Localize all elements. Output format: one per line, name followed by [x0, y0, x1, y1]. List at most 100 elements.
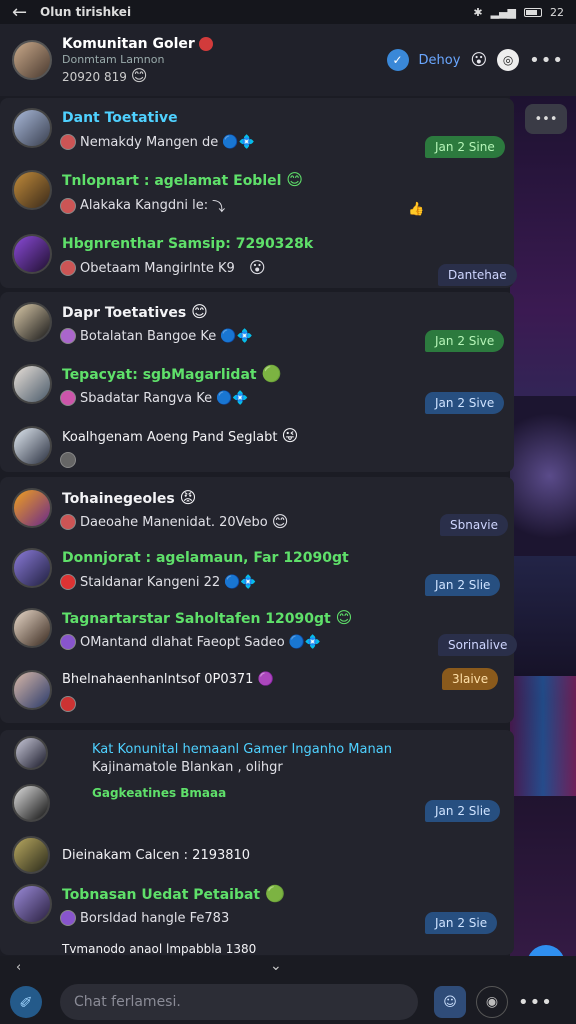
message-text: OMantand dlahat Faeopt Sadeo	[80, 634, 285, 650]
message-item[interactable]: Tobnasan Uedat Petaibat 🟢 Borsldad hangl…	[0, 876, 514, 936]
mini-avatar	[60, 390, 76, 406]
status-dot-icon	[198, 36, 213, 51]
sender-name: Tepacyat: sgbMagarlidat 🟢	[62, 364, 282, 384]
sticker-icon[interactable]: ☺	[434, 986, 466, 1018]
time-tag: Dantehae	[438, 264, 517, 286]
chat-header: Komunitan Goler Donmtam Lamnon 20920 819…	[0, 24, 576, 96]
mini-avatar	[60, 134, 76, 150]
mini-avatar	[60, 910, 76, 926]
message-text: Borsldad hangle Fe783	[80, 910, 230, 926]
user-avatar[interactable]	[12, 784, 50, 822]
message-item[interactable]: Dapr Toetatives 😊 Botalatan Bangoe Ke 🔵💠 …	[0, 294, 514, 354]
sender-name: Dapr Toetatives 😊	[62, 302, 208, 322]
background-artwork	[510, 96, 576, 956]
message-text: Nemakdy Mangen de	[80, 134, 219, 150]
time-tag: Jan 2 Sive	[425, 392, 505, 414]
mic-icon[interactable]: ◉	[476, 986, 508, 1018]
sender-name: Dieinakam Calcen : 2193810	[62, 848, 251, 863]
status-indicators: ✱ ▂▄▆ 22	[473, 6, 564, 19]
wow-emoji-icon[interactable]: 😮	[470, 52, 487, 68]
group-name: Komunitan Goler	[62, 35, 195, 52]
bluetooth-icon: ✱	[473, 5, 483, 19]
message-item[interactable]: Tagnartarstar Saholtafen 12090gt 😊 OMant…	[0, 600, 518, 660]
message-item[interactable]: Tvmanodo anaol lmpabbla 1380	[0, 936, 514, 956]
message-item[interactable]: Tepacyat: sgbMagarlidat 🟢 Sbadatar Rangv…	[0, 356, 514, 416]
sender-name: Tvmanodo anaol lmpabbla 1380	[62, 942, 257, 956]
message-item[interactable]: Dant Toetative Nemakdy Mangen de 🔵💠 Jan 2…	[0, 100, 514, 160]
header-actions: ✓ Dehoy 😮 ◎ •••	[386, 49, 564, 71]
message-item[interactable]: Gagkeatines Bmaaa Jan 2 Slie	[0, 776, 514, 836]
mini-avatar	[60, 260, 76, 276]
smile-emoji-icon: 😊	[130, 66, 148, 86]
back-arrow-icon[interactable]: ←	[12, 2, 40, 23]
user-avatar[interactable]	[12, 426, 52, 466]
user-avatar[interactable]	[12, 836, 50, 874]
nav-row: ‹ ⌄	[0, 956, 576, 978]
emoji-icon: 👍	[408, 202, 425, 217]
sender-name: Tobnasan Uedat Petaibat 🟢	[62, 884, 285, 904]
verified-icon[interactable]: ✓	[386, 49, 409, 71]
mini-avatar	[60, 452, 76, 468]
reaction-icons: 🔵💠	[222, 134, 255, 150]
sender-name: Gagkeatines Bmaaa	[92, 786, 227, 800]
message-text: Botalatan Bangoe Ke	[80, 328, 217, 344]
user-avatar[interactable]	[12, 548, 52, 588]
status-time: 22	[550, 5, 564, 19]
user-avatar[interactable]	[12, 884, 52, 924]
message-item[interactable]: Donnjorat : agelamaun, Far 12090gt Stald…	[0, 540, 514, 600]
options-button[interactable]: •••	[525, 104, 567, 134]
message-text: Kajinamatole Blankan , olihgr	[92, 760, 283, 775]
mini-avatar	[60, 514, 76, 530]
chat-input[interactable]: Chat ferlamesi.	[60, 984, 418, 1020]
message-text: Daeoahe Manenidat. 20Vebo	[80, 514, 268, 530]
status-bar: ← Olun tirishkei ✱ ▂▄▆ 22	[0, 0, 576, 24]
user-avatar[interactable]	[12, 608, 52, 648]
time-tag: Jan 2 Sine	[425, 136, 505, 158]
group-avatar[interactable]	[12, 40, 52, 80]
message-item[interactable]: Tohainegeoles 😡 Daeoahe Manenidat. 20Veb…	[0, 480, 514, 540]
more-icon[interactable]: •••	[529, 50, 564, 71]
mini-avatar	[60, 197, 76, 214]
compose-bar: ✐ Chat ferlamesi. ☺ ◉ •••	[0, 980, 576, 1024]
message-item[interactable]: Bhelnahaenhanlntsof 0P0371 🟣 3laive	[0, 662, 514, 722]
sender-name: Kat Konunital hemaanl Gamer Inganho Mana…	[92, 742, 392, 757]
time-tag: Jan 2 Sie	[425, 912, 498, 934]
battery-icon	[524, 7, 542, 17]
user-avatar[interactable]	[12, 670, 52, 710]
sender-name: Tagnartarstar Saholtafen 12090gt 😊	[62, 608, 353, 628]
sender-name: Dant Toetative	[62, 110, 178, 126]
time-tag: 3laive	[442, 668, 499, 690]
message-text: Staldanar Kangeni 22	[80, 574, 221, 590]
user-avatar[interactable]	[12, 170, 52, 210]
time-tag: Sbnavie	[440, 514, 509, 536]
user-avatar[interactable]	[12, 302, 52, 342]
message-item[interactable]: Tnlopnart : agelamat Eoblel 😊 Alakaka Ka…	[0, 162, 514, 222]
user-avatar[interactable]	[12, 488, 52, 528]
sender-name: Koalhgenam Aoeng Pand Seglabt 😜	[62, 426, 299, 446]
header-text[interactable]: Komunitan Goler Donmtam Lamnon 20920 819…	[62, 35, 213, 86]
time-tag: Jan 2 Slie	[425, 574, 501, 596]
more-options-icon[interactable]: •••	[518, 992, 553, 1013]
member-count: 20920 819	[62, 70, 127, 85]
keyboard-art	[510, 676, 576, 796]
sender-name: Hbgnrenthar Samsip: 7290328k	[62, 236, 314, 252]
message-item[interactable]: Hbgnrenthar Samsip: 7290328k Obetaam Man…	[0, 226, 517, 286]
user-avatar[interactable]	[12, 234, 52, 274]
message-text: Alakaka Kangdni le:	[80, 198, 209, 213]
time-tag: Sorinalive	[438, 634, 518, 656]
user-avatar[interactable]	[12, 364, 52, 404]
time-tag: Jan 2 Sive	[425, 330, 505, 352]
user-avatar[interactable]	[12, 108, 52, 148]
header-link[interactable]: Dehoy	[419, 53, 461, 68]
chevron-left-icon[interactable]: ‹	[16, 960, 21, 975]
camera-icon[interactable]: ◎	[497, 49, 520, 71]
mini-avatar	[60, 634, 76, 650]
time-tag: Jan 2 Slie	[425, 800, 501, 822]
chevron-down-icon[interactable]: ⌄	[270, 958, 282, 974]
mini-avatar	[60, 696, 76, 712]
user-avatar[interactable]	[14, 736, 48, 770]
signal-icon: ▂▄▆	[490, 5, 516, 19]
message-item[interactable]: Koalhgenam Aoeng Pand Seglabt 😜	[0, 418, 514, 478]
pen-icon[interactable]: ✐	[10, 986, 42, 1018]
message-text: Obetaam Mangirlnte K9	[80, 260, 235, 276]
